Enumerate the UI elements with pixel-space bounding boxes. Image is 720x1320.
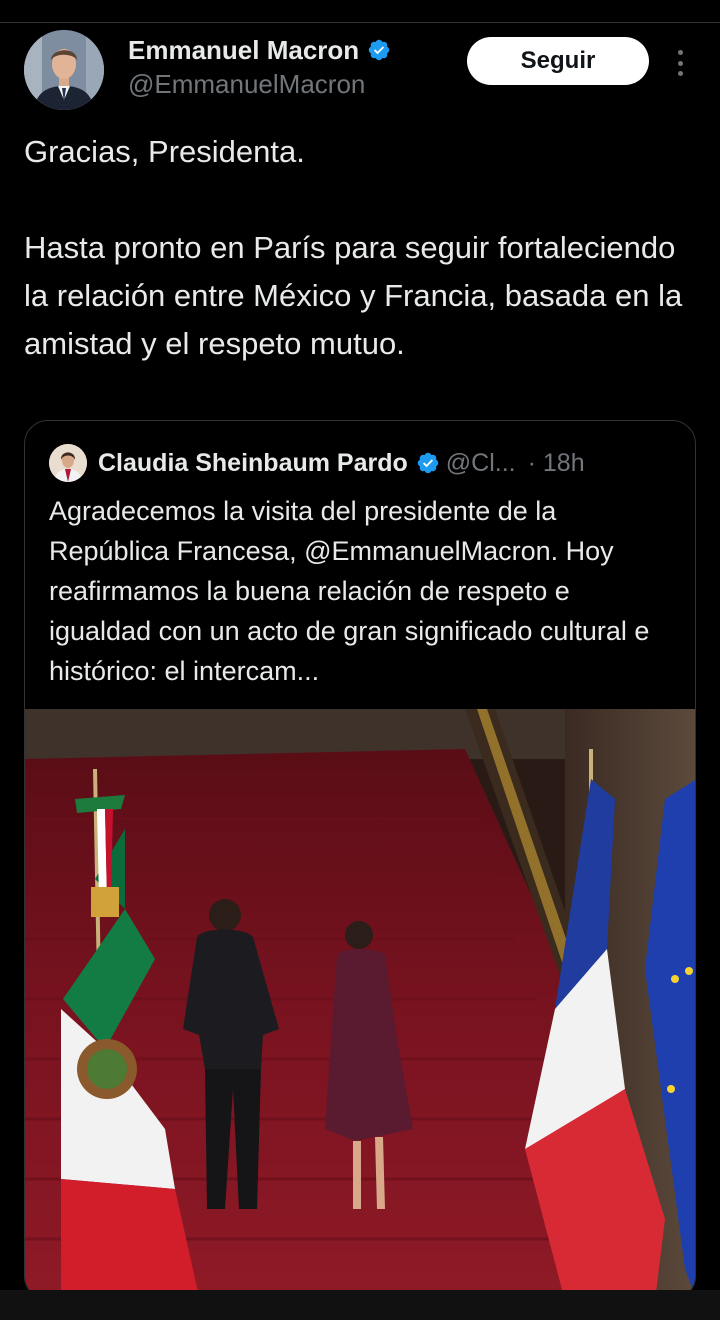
tweet-header: Emmanuel Macron @EmmanuelMacron Seguir bbox=[24, 30, 696, 110]
quoted-handle[interactable]: @Cl... bbox=[446, 449, 516, 478]
bottom-bar bbox=[0, 1290, 720, 1320]
top-divider bbox=[0, 22, 720, 23]
quoted-media-photo[interactable] bbox=[25, 709, 695, 1299]
author-avatar[interactable] bbox=[24, 30, 104, 110]
quoted-tweet[interactable]: Claudia Sheinbaum Pardo @Cl... · 18h Agr… bbox=[24, 420, 696, 1300]
avatar-photo-icon bbox=[24, 30, 104, 110]
verified-badge-icon bbox=[368, 39, 390, 61]
quoted-timestamp[interactable]: · 18h bbox=[528, 449, 585, 478]
quoted-text: Agradecemos la visita del presidente de … bbox=[49, 496, 650, 686]
follow-button[interactable]: Seguir bbox=[467, 37, 649, 85]
quoted-avatar-photo-icon bbox=[49, 444, 87, 482]
author-name-row: Emmanuel Macron bbox=[128, 34, 391, 66]
quoted-verified-badge-icon bbox=[417, 452, 439, 474]
tweet-text: Gracias, Presidenta. Hasta pronto en Par… bbox=[24, 134, 683, 361]
quoted-display-name[interactable]: Claudia Sheinbaum Pardo bbox=[98, 449, 408, 478]
photo-staircase-flags-icon bbox=[25, 709, 695, 1299]
quoted-header: Claudia Sheinbaum Pardo @Cl... · 18h bbox=[49, 441, 679, 485]
more-options-icon[interactable] bbox=[668, 46, 692, 80]
quoted-author-avatar[interactable] bbox=[49, 444, 87, 482]
author-handle[interactable]: @EmmanuelMacron bbox=[128, 66, 391, 102]
author-display-name[interactable]: Emmanuel Macron bbox=[128, 34, 359, 66]
